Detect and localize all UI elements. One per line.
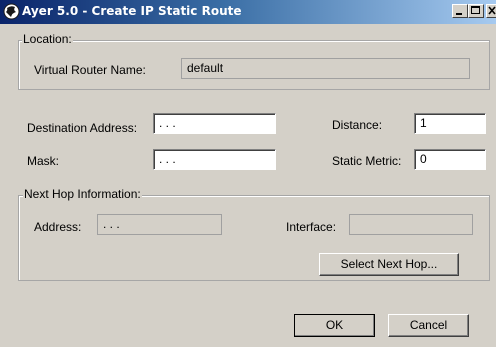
- location-legend: Location:: [22, 32, 73, 46]
- static-metric-input[interactable]: 0: [414, 149, 486, 170]
- distance-input[interactable]: 1: [414, 113, 486, 134]
- minimize-button[interactable]: [452, 4, 468, 18]
- globe-icon: [3, 3, 20, 20]
- interface-field: [349, 214, 473, 235]
- create-static-route-dialog: Ayer 5.0 - Create IP Static Route Locati…: [0, 0, 496, 347]
- next-hop-address-field: . . .: [97, 214, 222, 235]
- maximize-button[interactable]: [468, 4, 484, 18]
- mask-input[interactable]: . . .: [153, 149, 276, 170]
- minimize-icon: [456, 13, 462, 15]
- destination-address-label: Destination Address:: [27, 121, 138, 135]
- cancel-button[interactable]: Cancel: [388, 314, 469, 337]
- interface-label: Interface:: [286, 220, 337, 234]
- virtual-router-label: Virtual Router Name:: [34, 63, 146, 77]
- select-next-hop-button[interactable]: Select Next Hop...: [319, 253, 459, 276]
- virtual-router-field: default: [181, 58, 470, 79]
- next-hop-address-label: Address:: [34, 220, 82, 234]
- distance-label: Distance:: [332, 118, 383, 132]
- ok-button[interactable]: OK: [294, 314, 375, 337]
- destination-address-input[interactable]: . . .: [153, 113, 276, 134]
- title-bar[interactable]: Ayer 5.0 - Create IP Static Route: [0, 0, 496, 24]
- window-title: Ayer 5.0 - Create IP Static Route: [22, 4, 242, 18]
- static-metric-label: Static Metric:: [332, 154, 402, 168]
- close-icon: [488, 6, 496, 15]
- mask-label: Mask:: [27, 154, 60, 168]
- close-button[interactable]: [486, 4, 496, 18]
- next-hop-legend: Next Hop Information:: [23, 187, 142, 201]
- maximize-icon: [471, 6, 480, 14]
